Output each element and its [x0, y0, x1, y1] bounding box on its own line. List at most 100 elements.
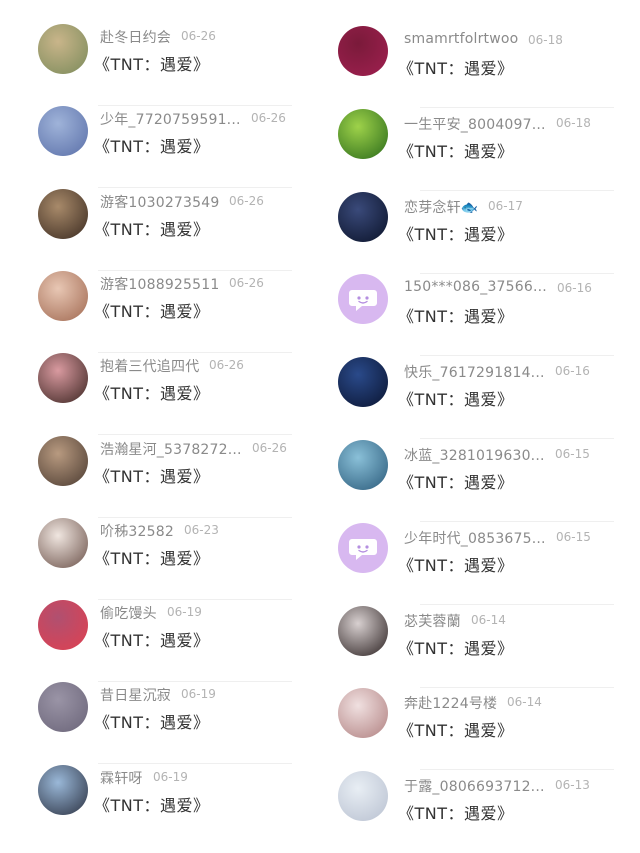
- avatar[interactable]: [338, 605, 388, 656]
- timestamp: 06-26: [252, 440, 287, 455]
- user-name[interactable]: 快乐_7617291814...: [404, 362, 545, 382]
- message-preview: 《TNT：遇爱》: [398, 390, 514, 410]
- message-preview: 《TNT：遇爱》: [398, 804, 514, 824]
- list-item[interactable]: 恋芽念轩🐟 06-17 《TNT：遇爱》: [322, 191, 618, 274]
- user-name[interactable]: 游客1030273549: [100, 192, 219, 212]
- avatar[interactable]: [38, 353, 88, 404]
- user-name[interactable]: 赴冬日约会: [100, 27, 171, 47]
- list-item[interactable]: 苾芙蓉蘭 06-14 《TNT：遇爱》: [322, 605, 618, 688]
- message-preview: 《TNT：遇爱》: [94, 795, 210, 815]
- user-name[interactable]: 少年_7720759591...: [100, 109, 241, 129]
- list-item[interactable]: 一生平安_8004097... 06-18 《TNT：遇爱》: [322, 108, 618, 191]
- avatar[interactable]: [338, 108, 388, 159]
- user-name[interactable]: 奔赴1224号楼: [404, 693, 497, 713]
- avatar[interactable]: [338, 357, 388, 408]
- avatar[interactable]: [38, 106, 88, 157]
- user-name[interactable]: 于露_0806693712...: [404, 776, 545, 796]
- list-item[interactable]: 游客1088925511 06-26 《TNT：遇爱》: [0, 270, 296, 353]
- avatar[interactable]: [338, 274, 388, 325]
- message-preview: 《TNT：遇爱》: [94, 466, 210, 486]
- message-preview: 《TNT：遇爱》: [398, 307, 514, 327]
- avatar[interactable]: [38, 270, 88, 321]
- avatar[interactable]: [38, 600, 88, 651]
- avatar[interactable]: [38, 517, 88, 568]
- message-preview: 《TNT：遇爱》: [398, 721, 514, 741]
- photo-text-icon: [338, 26, 388, 76]
- avatar[interactable]: [38, 24, 88, 74]
- user-name[interactable]: 昔日星沉寂: [100, 685, 171, 705]
- list-item[interactable]: 奔赴1224号楼 06-14 《TNT：遇爱》: [322, 688, 618, 771]
- avatar[interactable]: [338, 522, 388, 573]
- message-preview: 《TNT：遇爱》: [398, 141, 514, 161]
- timestamp: 06-23: [184, 522, 219, 537]
- list-item[interactable]: 快乐_7617291814... 06-16 《TNT：遇爱》: [322, 357, 618, 440]
- photo-tree-icon: [338, 109, 388, 159]
- avatar[interactable]: [338, 191, 388, 242]
- user-name[interactable]: 一生平安_8004097...: [404, 114, 546, 134]
- photo-face-icon: [338, 192, 388, 242]
- photo-group-icon: [338, 688, 388, 738]
- list-item[interactable]: 冰蓝_3281019630... 06-15 《TNT：遇爱》: [322, 440, 618, 522]
- list-item[interactable]: 少年_7720759591... 06-26 《TNT：遇爱》: [0, 106, 296, 189]
- photo-face-icon: [338, 771, 388, 821]
- list-item[interactable]: 偷吃馒头 06-19 《TNT：遇爱》: [0, 600, 296, 683]
- photo-face-icon: [38, 353, 88, 403]
- list-item[interactable]: smamrtfolrtwoo 06-18 《TNT：遇爱》: [322, 26, 618, 108]
- photo-face-icon: [38, 765, 88, 815]
- timestamp: 06-26: [251, 111, 286, 126]
- photo-person-icon: [38, 24, 88, 74]
- user-name[interactable]: 偷吃馒头: [100, 603, 157, 623]
- user-name[interactable]: smamrtfolrtwoo: [404, 31, 518, 47]
- timestamp: 06-18: [556, 115, 591, 130]
- photo-face-icon: [38, 189, 88, 239]
- message-preview: 《TNT：遇爱》: [398, 224, 514, 244]
- timestamp: 06-15: [556, 529, 591, 544]
- timestamp: 06-19: [153, 769, 188, 784]
- message-preview: 《TNT：遇爱》: [94, 301, 210, 321]
- list-item[interactable]: 霖轩呀 06-19 《TNT：遇爱》: [0, 764, 296, 847]
- user-name[interactable]: 150***086_37566...: [404, 279, 547, 295]
- list-item[interactable]: 少年时代_0853675... 06-15 《TNT：遇爱》: [322, 522, 618, 605]
- user-name[interactable]: 抱着三代追四代: [100, 356, 199, 376]
- list-item[interactable]: 抱着三代追四代 06-26 《TNT：遇爱》: [0, 353, 296, 436]
- avatar[interactable]: [338, 440, 388, 490]
- list-item[interactable]: 吤秭32582 06-23 《TNT：遇爱》: [0, 517, 296, 600]
- user-name[interactable]: 少年时代_0853675...: [404, 528, 546, 548]
- avatar[interactable]: [38, 764, 88, 815]
- avatar[interactable]: [338, 26, 388, 76]
- photo-tree-icon: [338, 357, 388, 407]
- timestamp: 06-14: [471, 612, 506, 627]
- message-preview: 《TNT：遇爱》: [398, 473, 514, 492]
- message-preview: 《TNT：遇爱》: [398, 555, 514, 575]
- avatar[interactable]: [338, 771, 388, 822]
- photo-face-icon: [38, 518, 88, 568]
- avatar[interactable]: [38, 188, 88, 239]
- avatar[interactable]: [338, 688, 388, 739]
- photo-text-icon: [38, 682, 88, 732]
- list-item[interactable]: 游客1030273549 06-26 《TNT：遇爱》: [0, 188, 296, 271]
- message-preview: 《TNT：遇爱》: [94, 219, 210, 239]
- list-item[interactable]: 于露_0806693712... 06-13 《TNT：遇爱》: [322, 771, 618, 853]
- list-item[interactable]: 150***086_37566... 06-16 《TNT：遇爱》: [322, 274, 618, 357]
- user-name[interactable]: 吤秭32582: [100, 521, 174, 541]
- user-name[interactable]: 冰蓝_3281019630...: [404, 445, 545, 465]
- message-preview: 《TNT：遇爱》: [94, 713, 210, 733]
- list-item[interactable]: 昔日星沉寂 06-19 《TNT：遇爱》: [0, 682, 296, 765]
- list-item[interactable]: 赴冬日约会 06-26 《TNT：遇爱》: [0, 24, 296, 106]
- user-name[interactable]: 苾芙蓉蘭: [404, 611, 461, 631]
- timestamp: 06-26: [229, 275, 264, 290]
- timestamp: 06-16: [555, 364, 590, 379]
- list-item[interactable]: 浩瀚星河_5378272... 06-26 《TNT：遇爱》: [0, 435, 296, 518]
- user-name[interactable]: 霖轩呀: [100, 768, 143, 788]
- timestamp: 06-15: [555, 447, 590, 461]
- photo-person-icon: [38, 600, 88, 650]
- user-name[interactable]: 浩瀚星河_5378272...: [100, 439, 242, 459]
- avatar[interactable]: [38, 682, 88, 733]
- photo-person-icon: [338, 440, 388, 490]
- timestamp: 06-16: [557, 281, 592, 296]
- avatar[interactable]: [38, 435, 88, 486]
- photo-group-icon: [38, 106, 88, 156]
- message-preview: 《TNT：遇爱》: [94, 55, 210, 74]
- user-name[interactable]: 恋芽念轩🐟: [404, 197, 478, 217]
- user-name[interactable]: 游客1088925511: [100, 274, 219, 294]
